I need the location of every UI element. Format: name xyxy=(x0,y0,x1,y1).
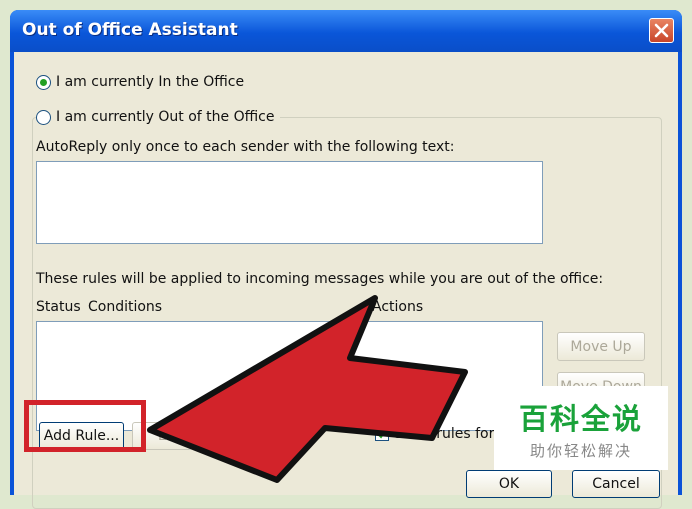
watermark-main: 百科全说 xyxy=(518,401,643,436)
watermark: 百科全说 助你轻松解决 xyxy=(494,386,668,470)
watermark-sub: 助你轻松解决 xyxy=(529,441,632,460)
